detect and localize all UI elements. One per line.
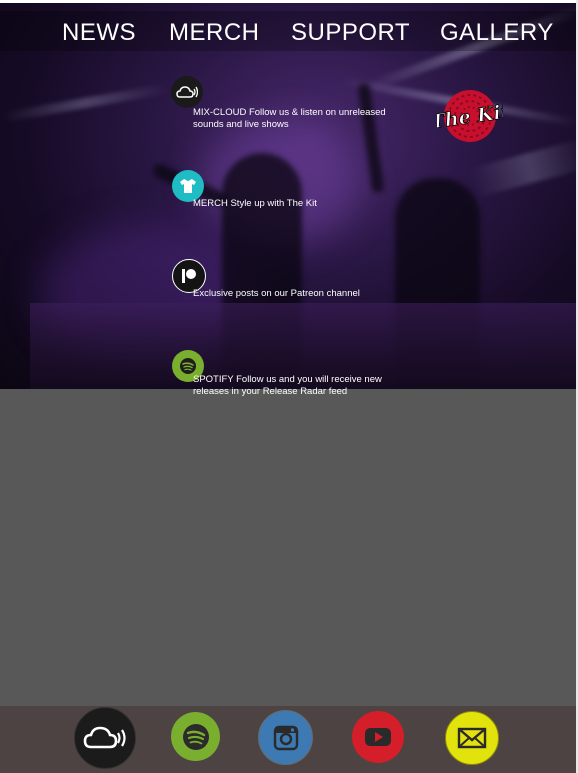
light-beam: [468, 137, 576, 199]
hero-banner: NEWS MERCH SUPPORT GALLERY MIX-CLOUD Fol…: [0, 3, 576, 389]
content-area: [0, 389, 576, 706]
feature-mixcloud-text: MIX-CLOUD Follow us & listen on unreleas…: [193, 107, 386, 130]
nav-merch[interactable]: MERCH: [169, 19, 260, 47]
email-icon[interactable]: [445, 711, 499, 765]
mixcloud-icon[interactable]: [74, 707, 136, 769]
the-kit-logo[interactable]: The Kit: [429, 88, 511, 144]
mixcloud-icon[interactable]: [171, 76, 203, 108]
nav-support[interactable]: SUPPORT: [291, 19, 410, 47]
instagram-icon[interactable]: [258, 710, 313, 765]
youtube-icon[interactable]: [352, 711, 404, 763]
page: NEWS MERCH SUPPORT GALLERY MIX-CLOUD Fol…: [0, 0, 578, 773]
social-footer: [0, 706, 576, 773]
feature-spotify-text: SPOTIFY Follow us and you will receive n…: [193, 374, 382, 397]
light-beam: [0, 83, 170, 123]
raised-arm-silhouette: [357, 82, 385, 194]
nav-news[interactable]: NEWS: [62, 19, 136, 47]
spotify-icon[interactable]: [171, 712, 220, 761]
feature-merch-text: MERCH Style up with The Kit: [193, 198, 317, 209]
nav-gallery[interactable]: GALLERY: [440, 19, 554, 47]
feature-patreon-text: Exclusive posts on our Patreon channel: [193, 288, 360, 299]
